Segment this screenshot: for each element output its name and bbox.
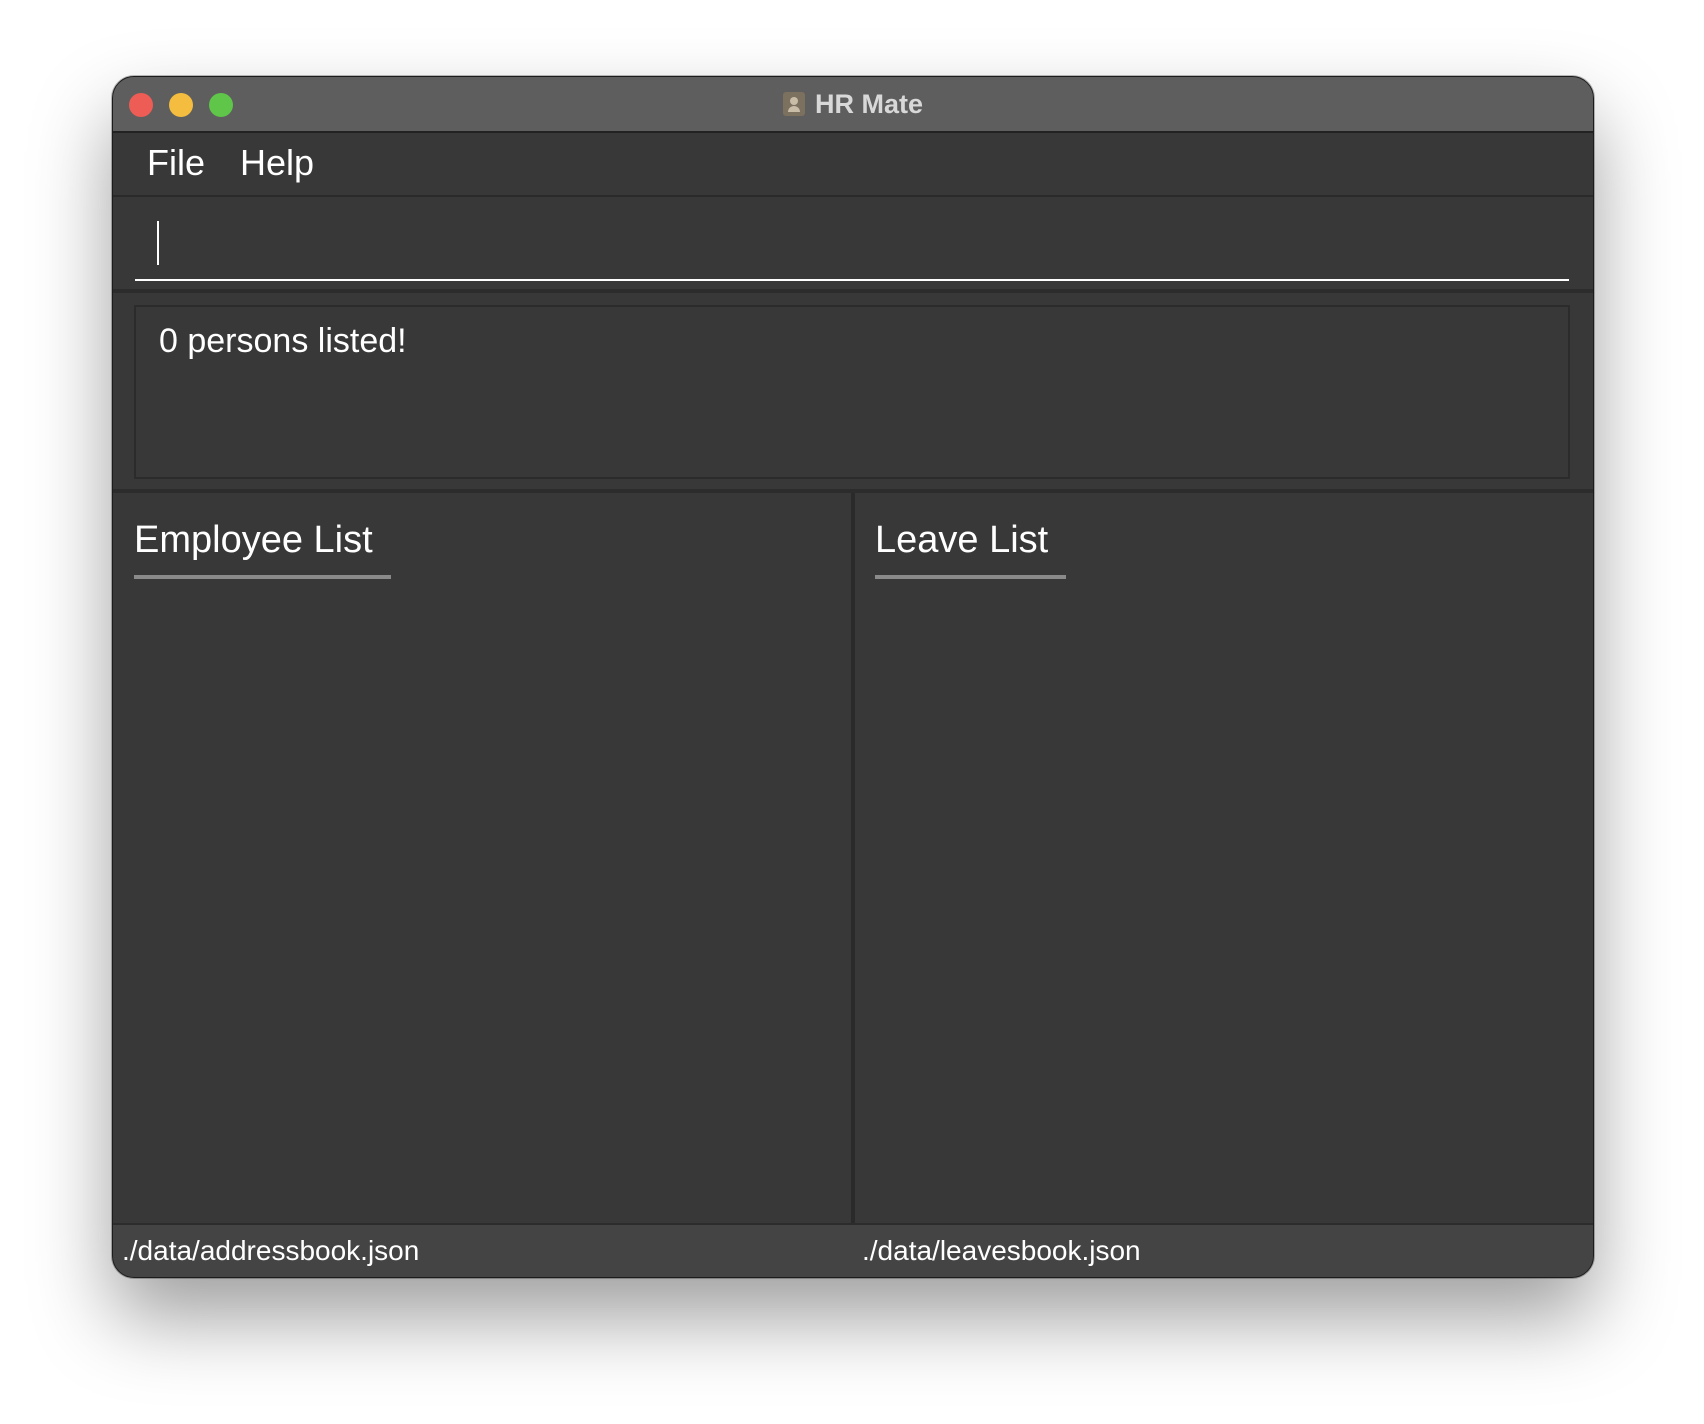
command-input[interactable] (135, 209, 1569, 281)
window-title-group: HR Mate (113, 77, 1593, 131)
employee-list-title: Employee List (134, 517, 391, 579)
leave-list-panel[interactable]: Leave List (855, 493, 1593, 1223)
title-bar[interactable]: HR Mate (113, 77, 1593, 133)
window-title: HR Mate (814, 88, 923, 119)
result-message: 0 persons listed! (159, 322, 407, 360)
command-box-container (113, 197, 1593, 293)
app-window: HR Mate File Help 0 persons listed! Empl… (112, 76, 1594, 1278)
leave-list-title: Leave List (875, 517, 1067, 579)
menu-file[interactable]: File (147, 143, 205, 183)
status-bar: ./data/addressbook.json ./data/leavesboo… (113, 1223, 1593, 1277)
addressbook-path: ./data/addressbook.json (122, 1235, 420, 1266)
text-caret (157, 221, 159, 265)
menu-help[interactable]: Help (240, 143, 314, 183)
employee-list-panel[interactable]: Employee List (113, 493, 851, 1223)
contact-card-icon (782, 92, 805, 116)
leavesbook-path: ./data/leavesbook.json (862, 1235, 1141, 1266)
result-display[interactable]: 0 persons listed! (134, 305, 1570, 479)
menu-bar: File Help (113, 133, 1593, 197)
